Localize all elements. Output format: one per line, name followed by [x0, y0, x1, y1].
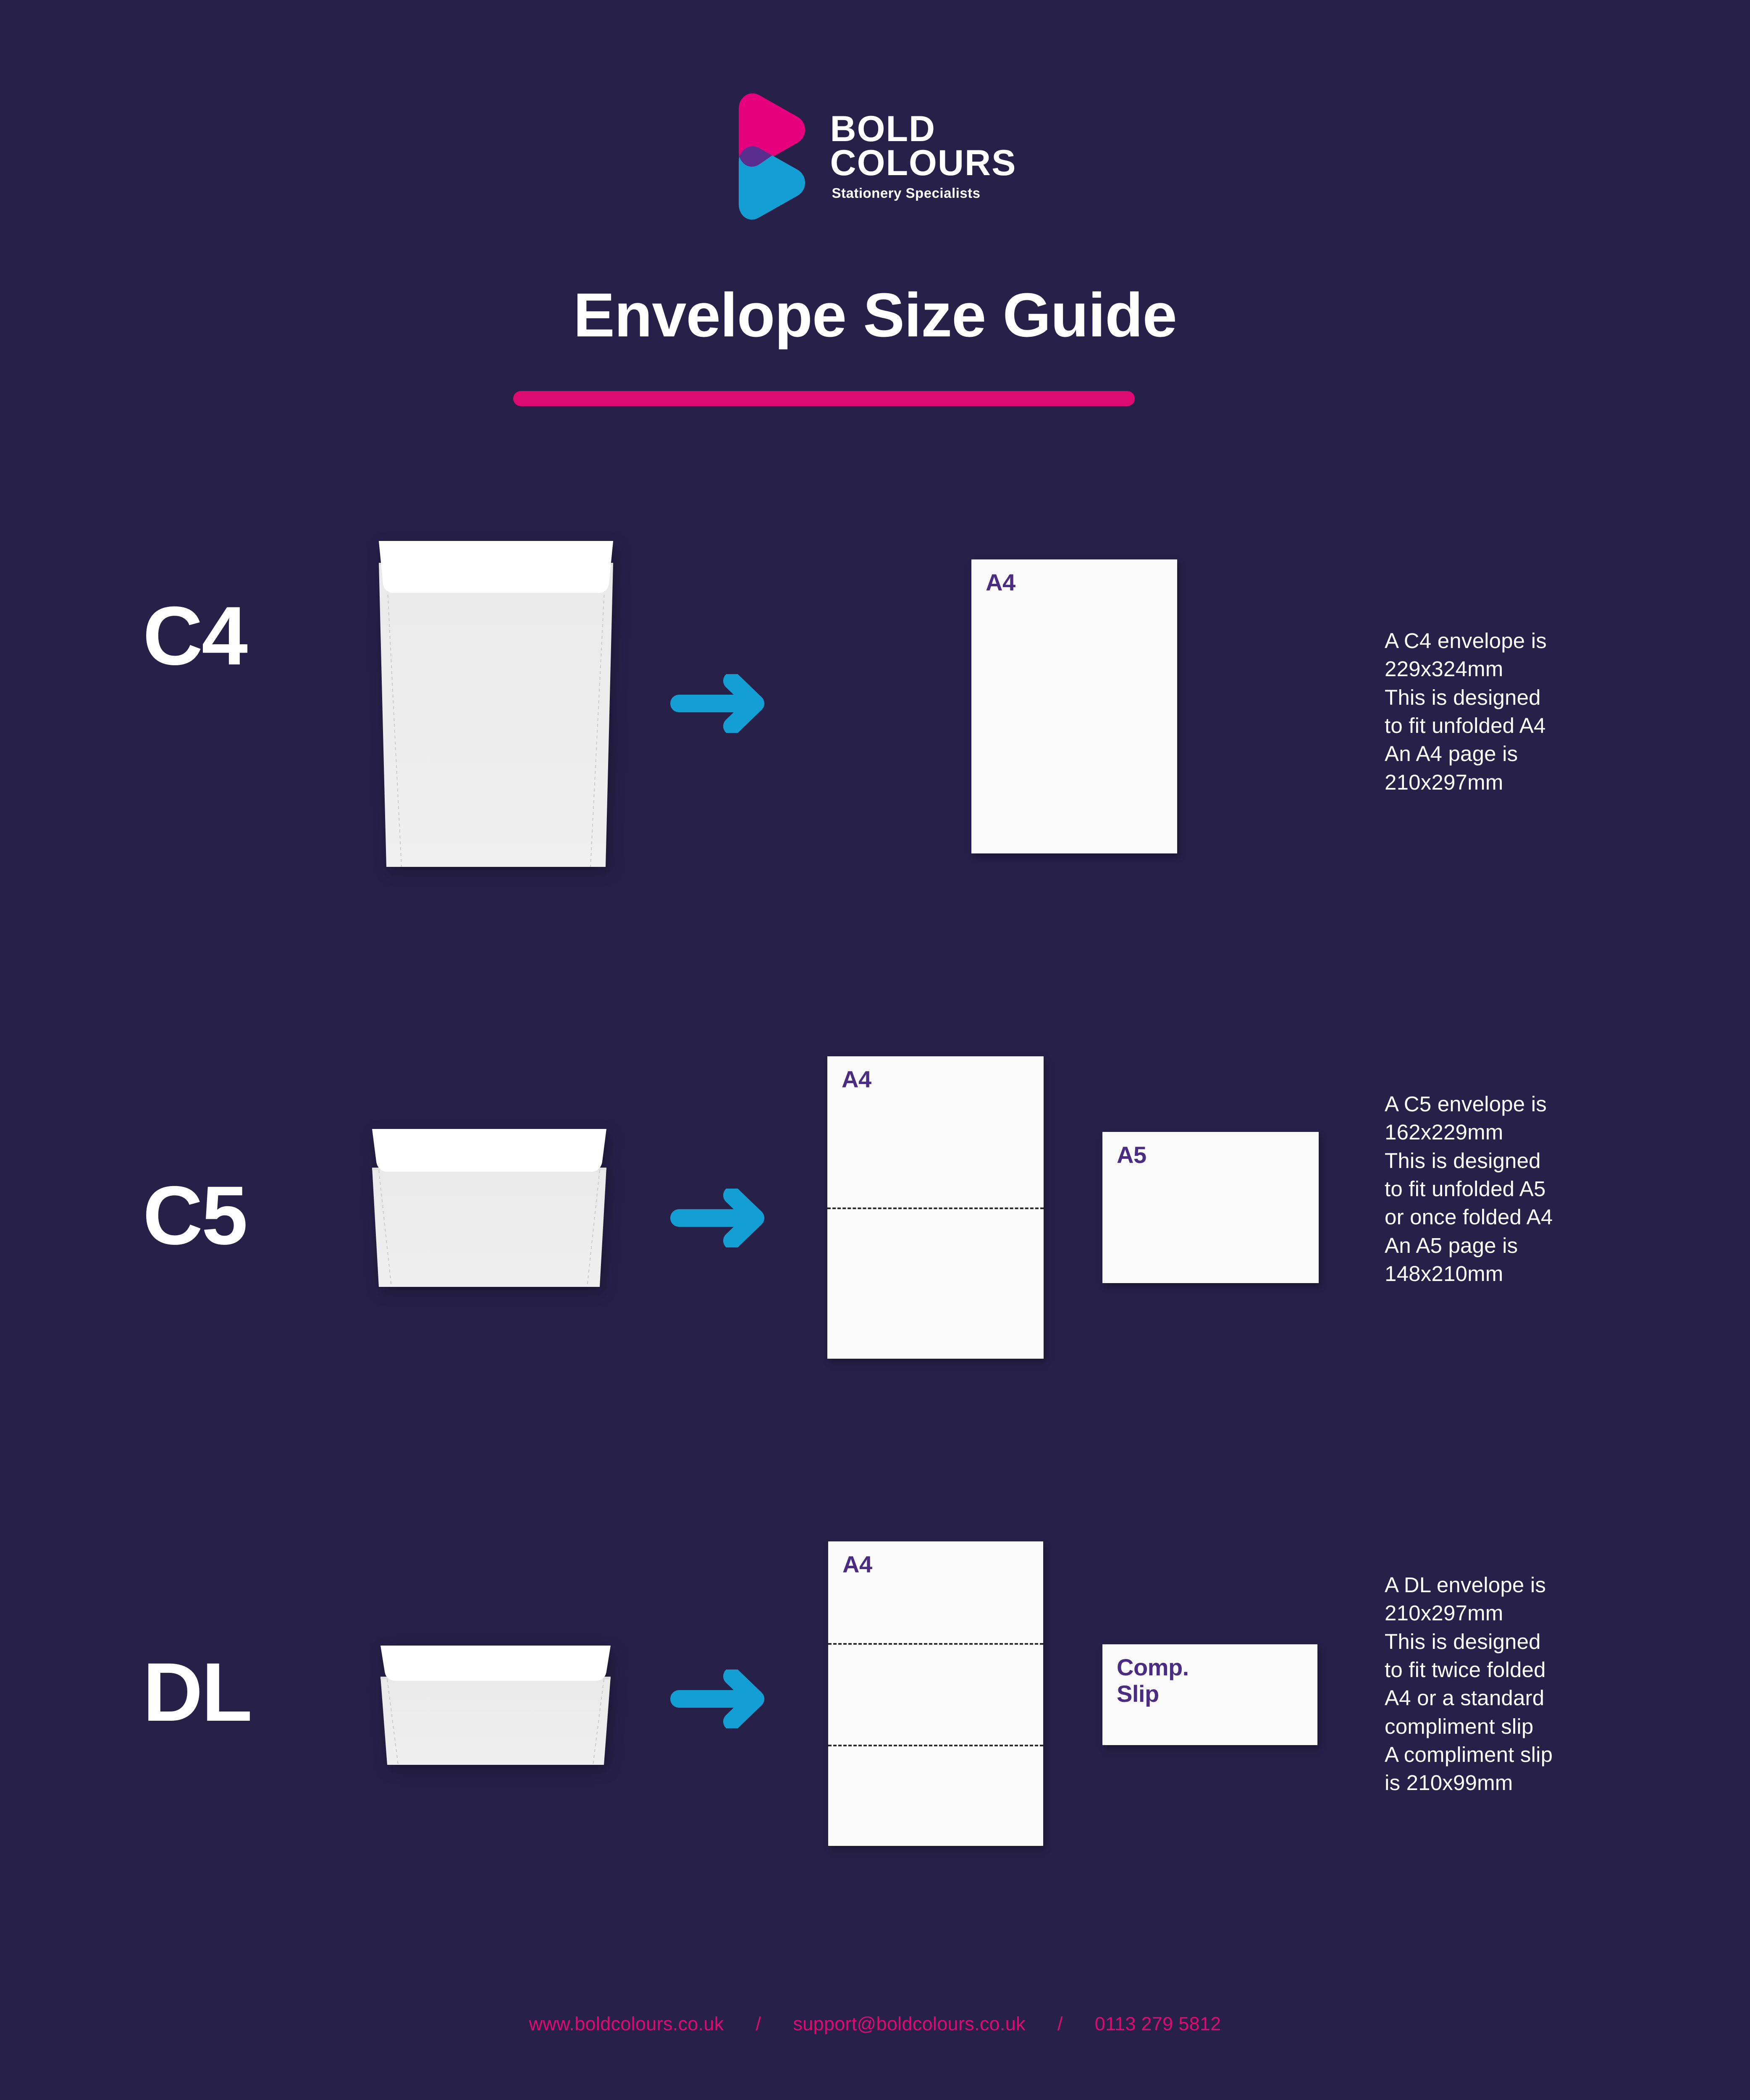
fold-line [828, 1745, 1043, 1746]
paper-sheet-a4: A4 [971, 559, 1177, 853]
description-c4: A C4 envelope is 229x324mm This is desig… [1385, 629, 1547, 794]
paper-label: A5 [1117, 1142, 1147, 1168]
arrow-right-icon [670, 1670, 766, 1728]
paper-sheet-a4: A4 [828, 1541, 1043, 1846]
paper-label: A4 [842, 1066, 871, 1092]
footer-email[interactable]: support@boldcolours.co.uk [793, 2013, 1025, 2035]
page-title: Envelope Size Guide [573, 281, 1177, 350]
paper-label: Comp. Slip [1117, 1654, 1189, 1707]
logo-tagline: Stationery Specialists [832, 185, 981, 201]
footer-separator: / [1057, 2013, 1063, 2034]
logo-wordmark-line2: COLOURS [830, 143, 1017, 183]
paper-label: A4 [842, 1551, 872, 1578]
paper-sheet-a5: A5 [1102, 1132, 1319, 1283]
envelope-graphic-dl [378, 1642, 613, 1768]
title-underline-rule [513, 391, 1135, 406]
arrow-right-icon [670, 674, 766, 733]
paper-sheet-a4: A4 [827, 1056, 1044, 1359]
section-dl: DL A4 Comp. Slip A DL envelope is 210x29… [0, 1525, 1750, 1903]
logo-wordmark-line1: BOLD [830, 109, 936, 150]
description-dl: A DL envelope is 210x297mm This is desig… [1385, 1573, 1553, 1795]
fold-line [828, 1643, 1043, 1645]
footer: www.boldcolours.co.uk / support@boldcolo… [0, 2013, 1750, 2035]
paper-sheet-comp-slip: Comp. Slip [1102, 1644, 1317, 1745]
size-label-c5: C5 [143, 1169, 248, 1262]
section-c5: C5 A4 A5 A C5 envelope is 162x229mm This… [0, 1050, 1750, 1428]
size-label-c4: C4 [143, 589, 248, 682]
description-c5: A C5 envelope is 162x229mm This is desig… [1385, 1092, 1553, 1286]
paper-label: A4 [986, 569, 1015, 596]
fold-line [827, 1208, 1044, 1209]
arrow-right-icon [670, 1189, 766, 1247]
section-c4: C4 A4 A C4 envelope is 229x324mm This is… [0, 538, 1750, 916]
size-label-dl: DL [143, 1646, 252, 1738]
brand-logo: BOLD COLOURS Stationery Specialists [0, 87, 1750, 226]
footer-separator: / [756, 2013, 761, 2034]
envelope-graphic-c5 [370, 1126, 609, 1289]
footer-phone[interactable]: 0113 279 5812 [1095, 2013, 1221, 2035]
bold-colours-logo-icon [734, 87, 808, 226]
envelope-graphic-c4 [376, 538, 616, 869]
footer-website[interactable]: www.boldcolours.co.uk [529, 2013, 724, 2035]
